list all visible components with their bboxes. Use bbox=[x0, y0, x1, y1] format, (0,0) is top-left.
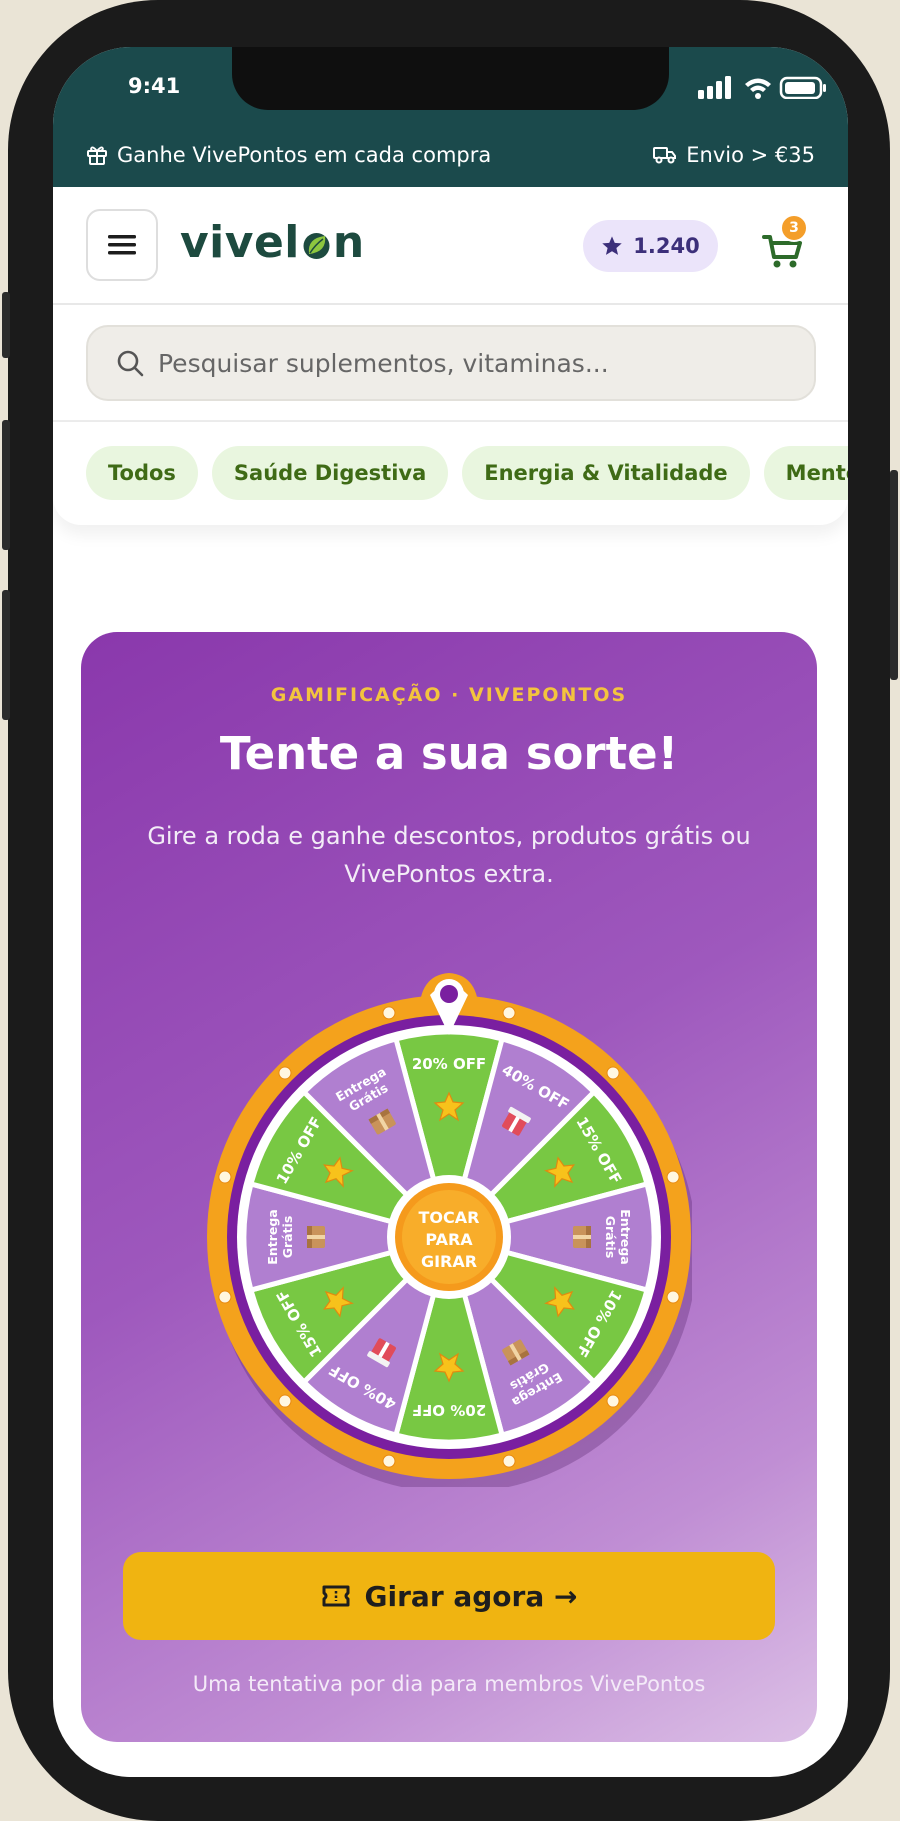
segment-label: Entrega bbox=[265, 1209, 280, 1264]
segment-label: 20% OFF bbox=[412, 1055, 486, 1073]
hamburger-icon bbox=[108, 235, 136, 255]
star-icon bbox=[602, 236, 622, 255]
search-icon bbox=[117, 350, 144, 377]
segment-label: Grátis bbox=[603, 1216, 618, 1259]
volume-up-button bbox=[2, 420, 10, 550]
menu-button[interactable] bbox=[86, 209, 158, 281]
status-icons bbox=[698, 76, 826, 99]
hub-label: TOCAR bbox=[419, 1208, 480, 1227]
search-box[interactable] bbox=[86, 325, 816, 401]
wheel-light bbox=[666, 1290, 680, 1304]
chip-energia-vitalidade[interactable]: Energia & Vitalidade bbox=[462, 446, 750, 500]
wheel-light bbox=[278, 1394, 292, 1408]
card-eyebrow: GAMIFICAÇÃO · VIVEPONTOS bbox=[270, 684, 628, 706]
wheel-light bbox=[218, 1170, 232, 1184]
chip-todos[interactable]: Todos bbox=[86, 446, 198, 500]
leaf-icon bbox=[303, 233, 330, 259]
power-button bbox=[890, 470, 898, 680]
mute-switch bbox=[2, 292, 10, 358]
wheel-light bbox=[218, 1290, 232, 1304]
points-badge[interactable]: 1.240 bbox=[583, 220, 718, 272]
category-chips: Todos Saúde Digestiva Energia & Vitalida… bbox=[53, 422, 848, 525]
cart-count-badge: 3 bbox=[780, 214, 808, 242]
wheel-light bbox=[606, 1394, 620, 1408]
notch bbox=[232, 47, 669, 110]
card-subtitle: Gire a roda e ganhe descontos, produtos … bbox=[147, 822, 751, 888]
wheel-light bbox=[666, 1170, 680, 1184]
prize-wheel[interactable]: 20% OFF 40% OFF15% OFFEntregaGrátis10% OF… bbox=[206, 947, 692, 1487]
gift-icon bbox=[87, 146, 107, 165]
chip-saude-digestiva[interactable]: Saúde Digestiva bbox=[211, 446, 449, 500]
search-input[interactable] bbox=[158, 348, 758, 378]
tap-to-spin-button[interactable] bbox=[395, 1243, 503, 1351]
status-time: 9:41 bbox=[128, 74, 181, 98]
card-title: Tente a sua sorte! bbox=[219, 727, 679, 780]
promo-shipping-text: Envio > €35 bbox=[686, 142, 815, 167]
logo-text-start: vivel bbox=[180, 217, 300, 268]
box-tape bbox=[307, 1235, 325, 1239]
wheel-light bbox=[278, 1066, 292, 1080]
segment-label: Grátis bbox=[280, 1216, 295, 1259]
volume-down-button bbox=[2, 590, 10, 720]
wheel-light bbox=[502, 1006, 516, 1020]
box-tape bbox=[573, 1235, 591, 1239]
chip-mente[interactable]: Mente bbox=[763, 446, 848, 500]
wheel-light bbox=[382, 1006, 396, 1020]
wheel-light bbox=[502, 1454, 516, 1468]
segment-label: 20% OFF bbox=[412, 1401, 486, 1419]
segment-label: Entrega bbox=[618, 1209, 633, 1264]
wheel-light bbox=[606, 1066, 620, 1080]
ticket-icon bbox=[322, 1585, 350, 1607]
spin-now-button[interactable]: Girar agora → bbox=[123, 1552, 775, 1640]
spin-wheel-card: GAMIFICAÇÃO · VIVEPONTOS Tente a sua sor… bbox=[81, 632, 817, 1742]
spin-now-label: Girar agora → bbox=[364, 1579, 578, 1613]
spin-note: Uma tentativa por dia para membros ViveP… bbox=[192, 1672, 706, 1696]
status-bar: 9:41 bbox=[53, 47, 848, 122]
points-value: 1.240 bbox=[633, 234, 700, 258]
logo-text-end: n bbox=[332, 217, 365, 268]
wheel-light bbox=[382, 1454, 396, 1468]
header: vivel n 1.240 3 bbox=[53, 187, 848, 305]
promo-bar: Ganhe VivePontos em cada compra Envio > … bbox=[53, 122, 848, 187]
screen: 9:41 Ganhe VivePontos em cada compra Env… bbox=[53, 47, 848, 1777]
pointer-dot bbox=[440, 985, 458, 1003]
truck-icon bbox=[653, 146, 677, 163]
search-section bbox=[53, 305, 848, 422]
promo-points-text: Ganhe VivePontos em cada compra bbox=[117, 142, 492, 167]
logo[interactable]: vivel n bbox=[180, 217, 365, 268]
